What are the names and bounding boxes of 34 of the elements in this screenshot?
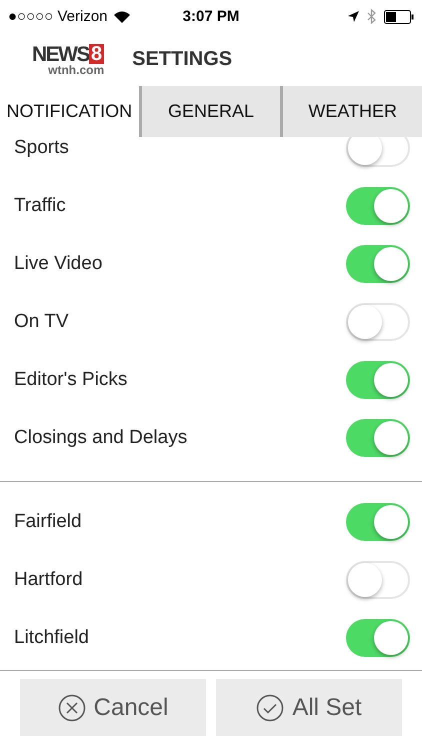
toggle-switch[interactable] xyxy=(346,419,410,457)
logo-number: 8 xyxy=(89,44,104,64)
setting-label: Closings and Delays xyxy=(14,427,188,449)
clock-time: 3:07 PM xyxy=(182,8,240,25)
wifi-icon xyxy=(114,10,130,22)
setting-label: Sports xyxy=(14,137,69,159)
checkmark-icon xyxy=(256,694,284,722)
toggle-switch[interactable] xyxy=(346,503,410,541)
close-icon xyxy=(58,694,86,722)
toggle-switch[interactable] xyxy=(346,303,410,341)
toggle-switch[interactable] xyxy=(346,245,410,283)
toggle-switch[interactable] xyxy=(346,361,410,399)
battery-icon xyxy=(384,10,414,24)
toggle-switch[interactable] xyxy=(346,619,410,657)
logo-word: NEWS xyxy=(32,44,89,64)
logo-site: wtnh.com xyxy=(48,64,104,76)
page-title: SETTINGS xyxy=(132,48,232,71)
location-arrow-icon xyxy=(348,11,359,22)
confirm-button[interactable]: All Set xyxy=(216,679,402,736)
toggle-switch[interactable] xyxy=(346,561,410,599)
cancel-button[interactable]: Cancel xyxy=(20,679,206,736)
setting-label: On TV xyxy=(14,311,69,333)
setting-label: Editor's Picks xyxy=(14,369,128,391)
setting-label: Hartford xyxy=(14,569,83,591)
toggle-switch[interactable] xyxy=(346,187,410,225)
setting-label: Litchfield xyxy=(14,627,89,649)
tab[interactable]: WEATHER xyxy=(280,86,422,137)
tab[interactable]: GENERAL xyxy=(138,86,280,137)
setting-label: Fairfield xyxy=(14,511,82,533)
bluetooth-icon xyxy=(367,9,376,24)
carrier-name: ●○○○○ Verizon xyxy=(8,8,108,25)
setting-label: Traffic xyxy=(14,195,66,217)
toggle-switch[interactable] xyxy=(346,137,410,167)
setting-label: Live Video xyxy=(14,253,102,275)
